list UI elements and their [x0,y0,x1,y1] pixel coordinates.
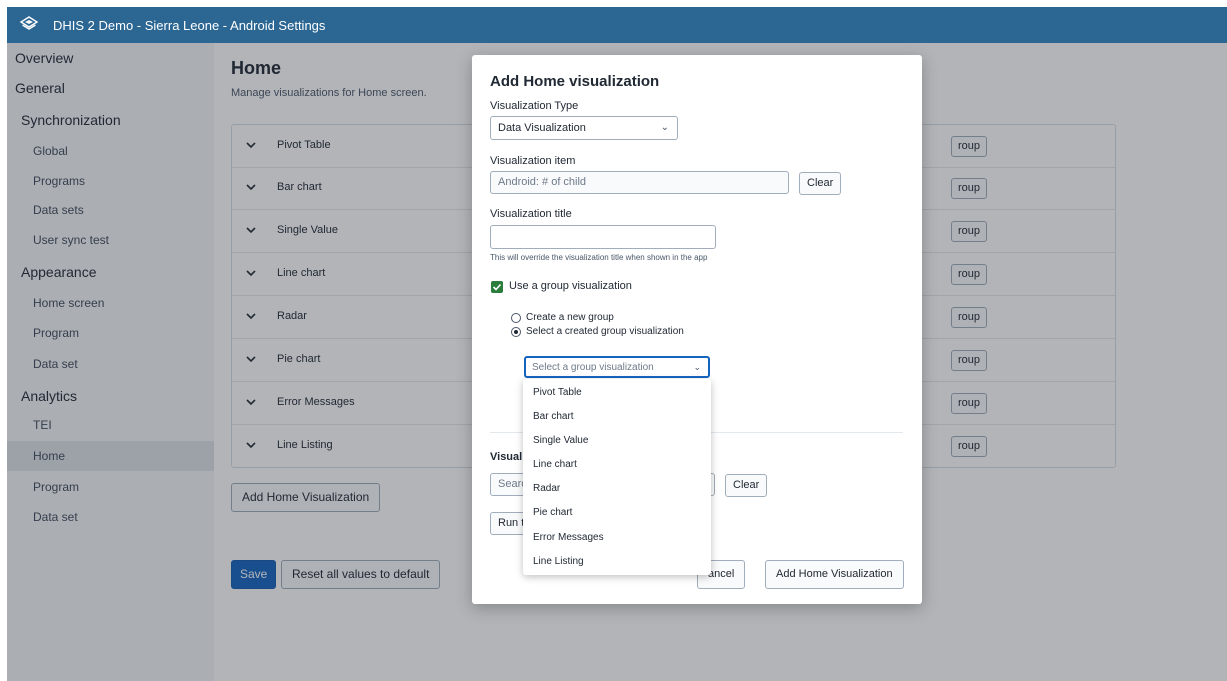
visualization-type-label: Visualization Type [490,100,579,112]
partial-visualization-label: Visuali [490,451,526,463]
radio-create-new-group-label: Create a new group [526,312,614,323]
use-group-checkbox[interactable] [491,281,503,293]
radio-select-created-group-label: Select a created group visualization [526,326,684,337]
visualization-type-select[interactable]: Data Visualization ⌄ [490,116,678,140]
visualization-item-placeholder: Android: # of child [498,176,587,188]
group-visualization-select[interactable]: Select a group visualization ⌄ [524,356,710,378]
dropdown-option[interactable]: Single Value [533,435,588,446]
header-bar: DHIS 2 Demo - Sierra Leone - Android Set… [7,7,1227,43]
dropdown-option[interactable]: Pivot Table [533,387,582,398]
dropdown-option[interactable]: Line Listing [533,556,584,567]
dropdown-option[interactable]: Radar [533,483,560,494]
group-visualization-dropdown: Pivot Table Bar chart Single Value Line … [523,379,711,575]
checkmark-icon [492,283,502,291]
dhis2-logo-icon[interactable] [19,15,39,35]
visualization-title-input[interactable] [490,225,716,249]
radio-select-created-group[interactable] [511,327,521,337]
dropdown-option[interactable]: Error Messages [533,532,604,543]
group-select-placeholder: Select a group visualization [532,362,654,373]
visualization-title-helper: This will override the visualization tit… [490,253,708,262]
visualization-item-label: Visualization item [490,155,576,167]
dropdown-option[interactable]: Bar chart [533,411,574,422]
use-group-label: Use a group visualization [509,280,632,292]
chevron-down-icon: ⌄ [693,362,701,372]
clear-search-button[interactable]: Clear [725,474,768,497]
add-home-visualization-confirm-button[interactable]: Add Home Visualization [765,560,904,589]
app-title: DHIS 2 Demo - Sierra Leone - Android Set… [53,17,326,33]
radio-create-new-group[interactable] [511,313,521,323]
dropdown-option[interactable]: Pie chart [533,507,572,518]
dropdown-option[interactable]: Line chart [533,459,577,470]
visualization-title-label: Visualization title [490,208,572,220]
chevron-down-icon: ⌄ [660,122,669,133]
clear-item-button[interactable]: Clear [799,172,842,195]
visualization-type-value: Data Visualization [498,122,586,134]
visualization-item-input[interactable]: Android: # of child [490,171,789,194]
modal-title: Add Home visualization [490,73,660,90]
